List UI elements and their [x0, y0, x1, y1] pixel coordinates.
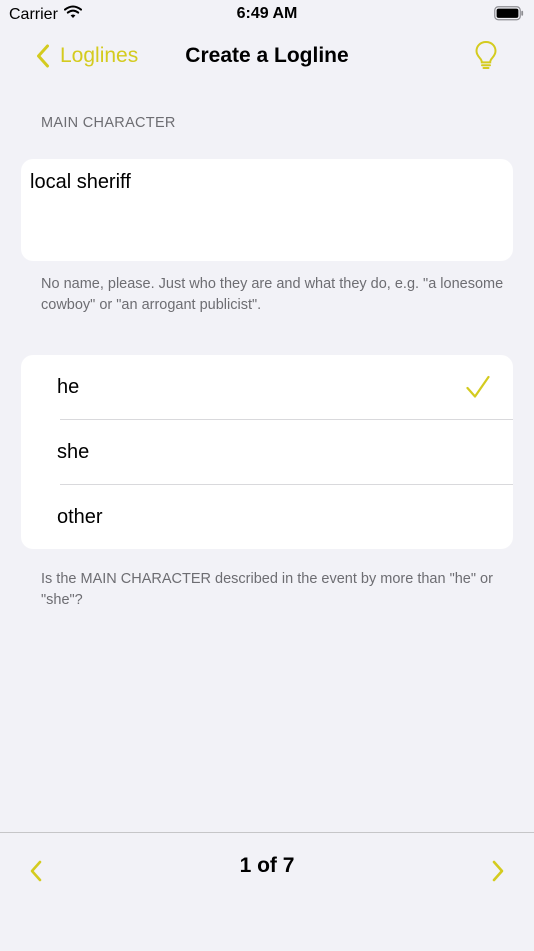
status-time: 6:49 AM — [236, 5, 298, 22]
next-page-button[interactable] — [490, 859, 506, 888]
main-character-hint: No name, please. Just who they are and w… — [41, 276, 504, 313]
option-he[interactable]: he — [21, 355, 513, 420]
option-she[interactable]: she — [21, 420, 513, 485]
option-other[interactable]: other — [21, 485, 513, 549]
checkmark-icon — [465, 375, 491, 404]
option-label: he — [57, 376, 80, 398]
status-bar: Carrier 6:49 AM — [0, 0, 534, 28]
main-character-value: local sheriff — [30, 171, 131, 193]
bottom-toolbar: 1 of 7 — [0, 832, 534, 951]
tips-button[interactable] — [474, 40, 498, 75]
option-label: she — [57, 441, 90, 463]
lightbulb-icon — [475, 40, 497, 69]
pronoun-hint: Is the MAIN CHARACTER described in the e… — [41, 571, 493, 608]
chevron-right-icon — [492, 860, 504, 882]
back-button[interactable]: Loglines — [36, 28, 138, 84]
main-character-input[interactable]: local sheriff — [21, 159, 513, 261]
back-button-label: Loglines — [60, 44, 139, 67]
page-indicator: 1 of 7 — [239, 854, 295, 877]
navigation-bar: Loglines Create a Logline — [0, 28, 534, 84]
section-header-main-character: MAIN CHARACTER — [41, 115, 176, 131]
chevron-left-icon — [37, 44, 49, 68]
option-label: other — [57, 506, 103, 528]
battery-icon — [494, 6, 524, 26]
pronoun-options: he she other — [21, 355, 513, 549]
